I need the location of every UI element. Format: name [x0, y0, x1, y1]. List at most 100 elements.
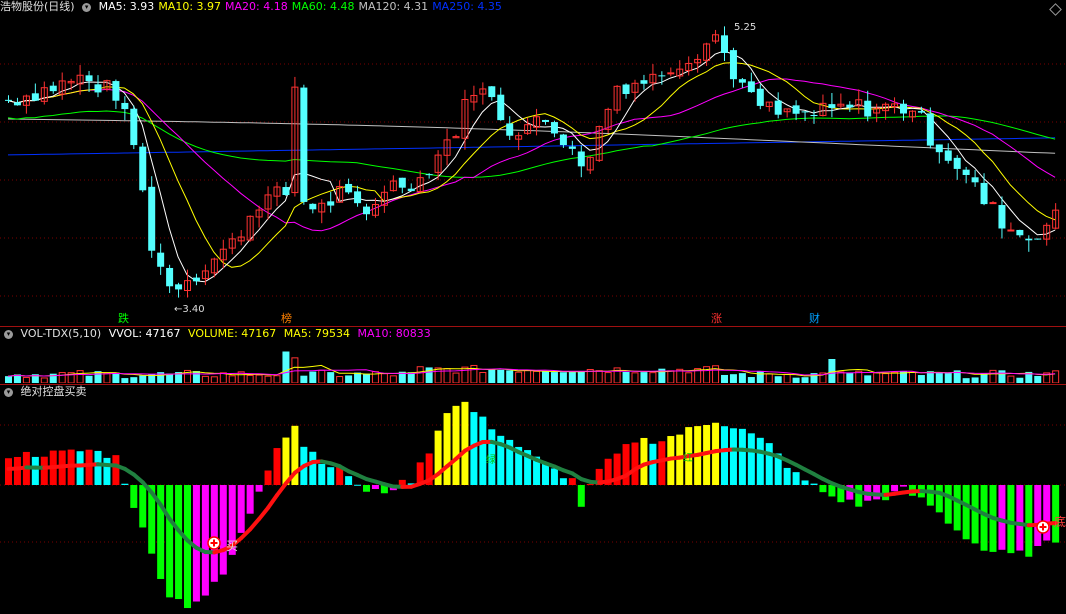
volume-bar-down	[282, 351, 290, 383]
volume-bar-up	[22, 376, 30, 383]
volume-bar-up	[908, 371, 916, 383]
buy-signal-label: 买	[226, 539, 239, 553]
ma-legend-item: MA5: 3.93	[98, 0, 155, 13]
legend-toggle-icon[interactable]: ▾	[82, 2, 92, 12]
candle-down	[497, 94, 505, 121]
indicator-bar	[461, 401, 469, 485]
volume-bar-up	[246, 374, 254, 383]
volume-bar-down	[568, 372, 576, 383]
volume-bar-down	[774, 376, 782, 383]
volume-bar-down	[864, 375, 872, 383]
volume-bar-down	[542, 371, 549, 383]
candle-down	[112, 81, 120, 101]
candle-down	[175, 284, 183, 290]
indicator-signal-line	[275, 481, 288, 498]
ma5-line	[7, 50, 1056, 283]
indicator-bar	[184, 485, 191, 609]
candle-down	[550, 122, 558, 134]
price-pane[interactable]: 浩物股份(日线) ▾ MA5: 3.93 MA10: 3.97 MA20: 4.18…	[0, 0, 1066, 326]
indicator-chart[interactable]	[0, 385, 1066, 614]
candle-down	[488, 86, 496, 98]
indicator-bar	[819, 485, 827, 493]
volume-bar-up	[479, 371, 487, 383]
indicator-signal-line	[266, 493, 279, 510]
indicator-toggle-icon[interactable]: ▾	[4, 387, 13, 397]
indicator-bar	[998, 485, 1006, 550]
volume-bar-down	[721, 374, 728, 383]
volume-bar-up	[595, 370, 603, 383]
event-marker-die[interactable]: 跌	[118, 312, 129, 325]
candle-down	[506, 123, 514, 136]
green-mid-label: 绿	[486, 455, 496, 466]
volume-pane[interactable]: ▾ VOL-TDX(5,10) VVOL: 47167 VOLUME: 4716…	[0, 327, 1066, 383]
volume-bar-up	[765, 373, 773, 383]
volume-bar-down	[971, 377, 979, 383]
indicator-bar	[318, 463, 326, 485]
candle-down	[828, 104, 836, 109]
event-marker-bang[interactable]: 榜	[281, 312, 292, 325]
indicator-bar	[855, 485, 863, 507]
volume-bar-up	[318, 369, 326, 383]
candle-down	[327, 201, 335, 206]
volume-bar-up	[989, 369, 997, 383]
ma-legend-item: MA250: 4.35	[432, 0, 502, 13]
indicator-bar	[631, 442, 639, 485]
candle-down	[157, 252, 165, 267]
indicator-bar	[953, 485, 961, 531]
indicator-bar	[738, 428, 746, 485]
volume-bar-down	[622, 371, 630, 383]
indicator-bar	[246, 485, 254, 514]
volume-bar-up	[201, 375, 209, 383]
volume-bar-up	[264, 375, 272, 383]
volume-bar-down	[130, 377, 138, 383]
volume-bar-down	[300, 375, 308, 383]
indicator-pane[interactable]: ▾ 绝对控盘买卖 买 底 绿 红	[0, 385, 1066, 614]
volume-bar-up	[336, 376, 344, 383]
indicator-bar	[577, 485, 585, 507]
volume-bar-up	[461, 366, 469, 383]
candle-down	[658, 75, 666, 77]
volume-bar-down	[640, 372, 648, 383]
volume-bar-up	[667, 370, 675, 383]
volume-bar-down	[85, 375, 93, 383]
indicator-bar	[712, 422, 720, 485]
candle-down	[309, 203, 317, 210]
indicator-bar	[103, 457, 111, 485]
event-marker-cai[interactable]: 财	[809, 312, 820, 325]
indicator-bar	[891, 485, 899, 492]
event-marker-zhang[interactable]: 涨	[711, 312, 722, 325]
indicator-bar	[13, 456, 21, 485]
volume-bar-down	[5, 376, 12, 383]
indicator-bar	[443, 413, 451, 485]
volume-bar-down	[846, 372, 854, 383]
candle-down	[953, 157, 961, 169]
volume-bar-down	[192, 371, 200, 383]
indicator-bar	[971, 485, 979, 544]
indicator-signal-line	[248, 516, 262, 532]
indicator-bar	[309, 451, 317, 485]
candle-down	[622, 84, 630, 95]
indicator-bar	[166, 485, 174, 598]
candle-down	[971, 177, 979, 183]
indicator-bar	[747, 433, 755, 485]
candle-down	[747, 81, 755, 93]
candle-down	[801, 111, 809, 113]
volume-bar-down	[550, 372, 558, 383]
candle-down	[577, 151, 585, 167]
candle-down	[139, 146, 147, 191]
volume-bar-up	[524, 370, 532, 383]
candle-down	[282, 187, 290, 196]
candle-down	[121, 102, 129, 110]
volume-bar-up	[434, 367, 442, 383]
volume-toggle-icon[interactable]: ▾	[4, 329, 13, 339]
candle-down	[13, 102, 21, 106]
volume-bar-down	[747, 377, 755, 383]
ma20-line	[7, 78, 1056, 232]
candlestick-chart[interactable]	[0, 0, 1066, 326]
volume-bar-up	[1007, 375, 1015, 383]
volume-bar-up	[40, 377, 48, 383]
vol-ma10-value: MA10: 80833	[357, 327, 431, 340]
candle-down	[407, 188, 415, 192]
high-price-label: 5.25	[734, 22, 757, 33]
candle-down	[721, 35, 728, 53]
